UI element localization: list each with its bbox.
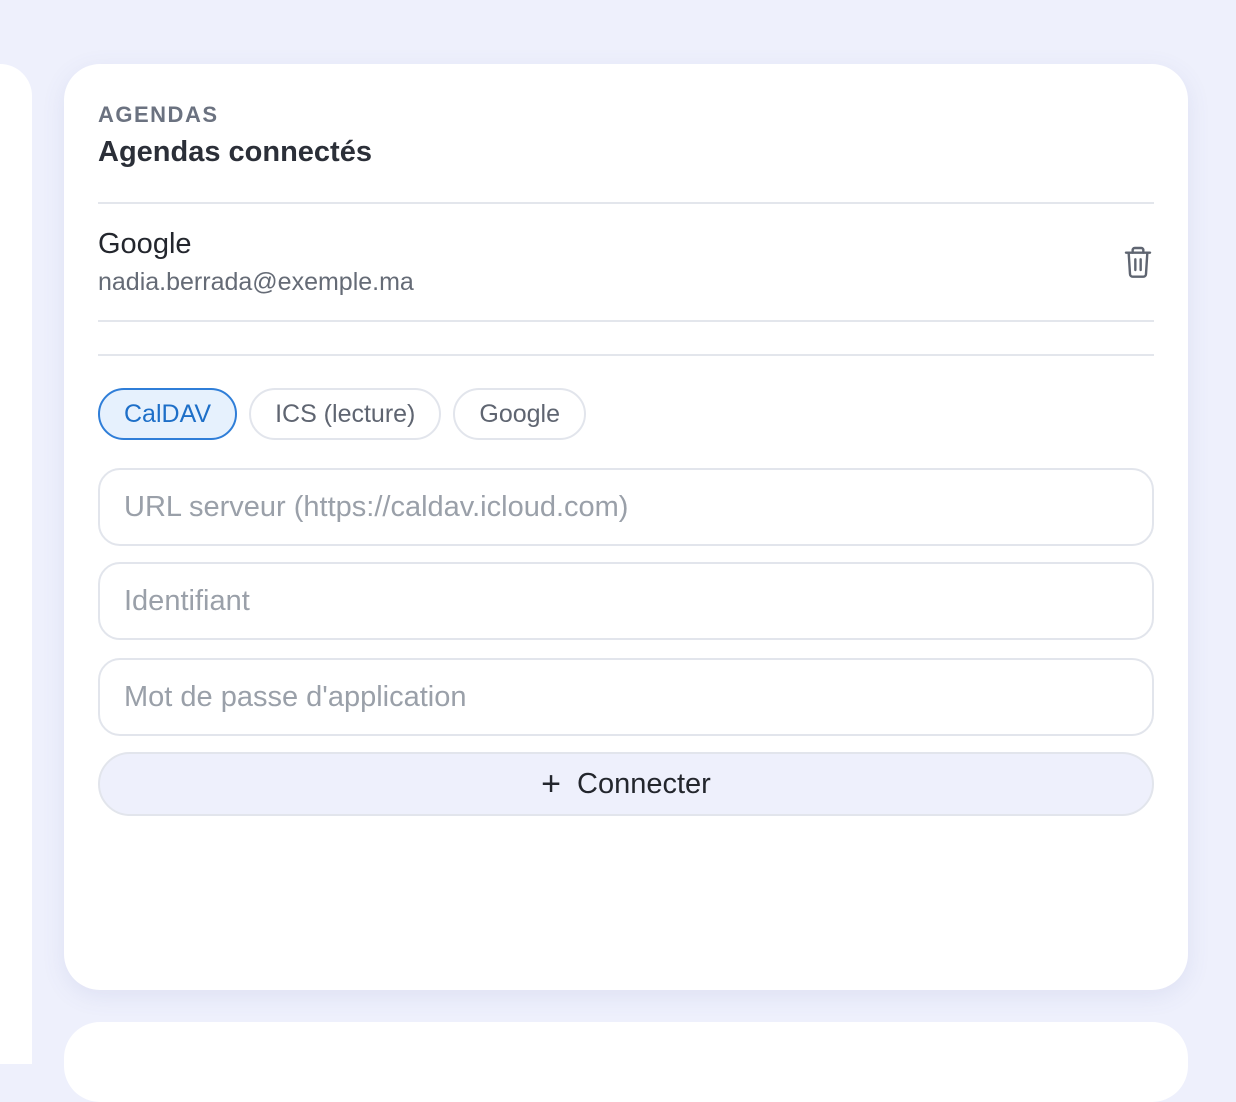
server-url-input[interactable] — [98, 468, 1154, 546]
connect-button[interactable]: + Connecter — [98, 752, 1154, 816]
provider-tabs: CalDAV ICS (lecture) Google — [98, 388, 586, 440]
tab-caldav[interactable]: CalDAV — [98, 388, 238, 440]
account-email: nadia.berrada@exemple.ma — [98, 268, 414, 296]
form-divider — [98, 354, 1154, 356]
username-input[interactable] — [98, 562, 1154, 640]
section-title: Agendas connectés — [98, 136, 372, 168]
plus-icon: + — [541, 765, 562, 803]
header-divider — [98, 202, 1154, 204]
tab-google[interactable]: Google — [453, 388, 586, 440]
trash-icon — [1124, 246, 1152, 278]
account-provider: Google — [98, 228, 192, 260]
next-card — [64, 1022, 1188, 1102]
section-eyebrow: AGENDAS — [98, 102, 219, 127]
tab-ics[interactable]: ICS (lecture) — [249, 388, 442, 440]
account-divider — [98, 320, 1154, 322]
delete-account-button[interactable] — [1122, 244, 1154, 280]
connect-button-label: Connecter — [577, 767, 711, 800]
app-password-input[interactable] — [98, 658, 1154, 736]
left-panel — [0, 64, 32, 1064]
agendas-card: AGENDAS Agendas connectés Google nadia.b… — [64, 64, 1188, 990]
